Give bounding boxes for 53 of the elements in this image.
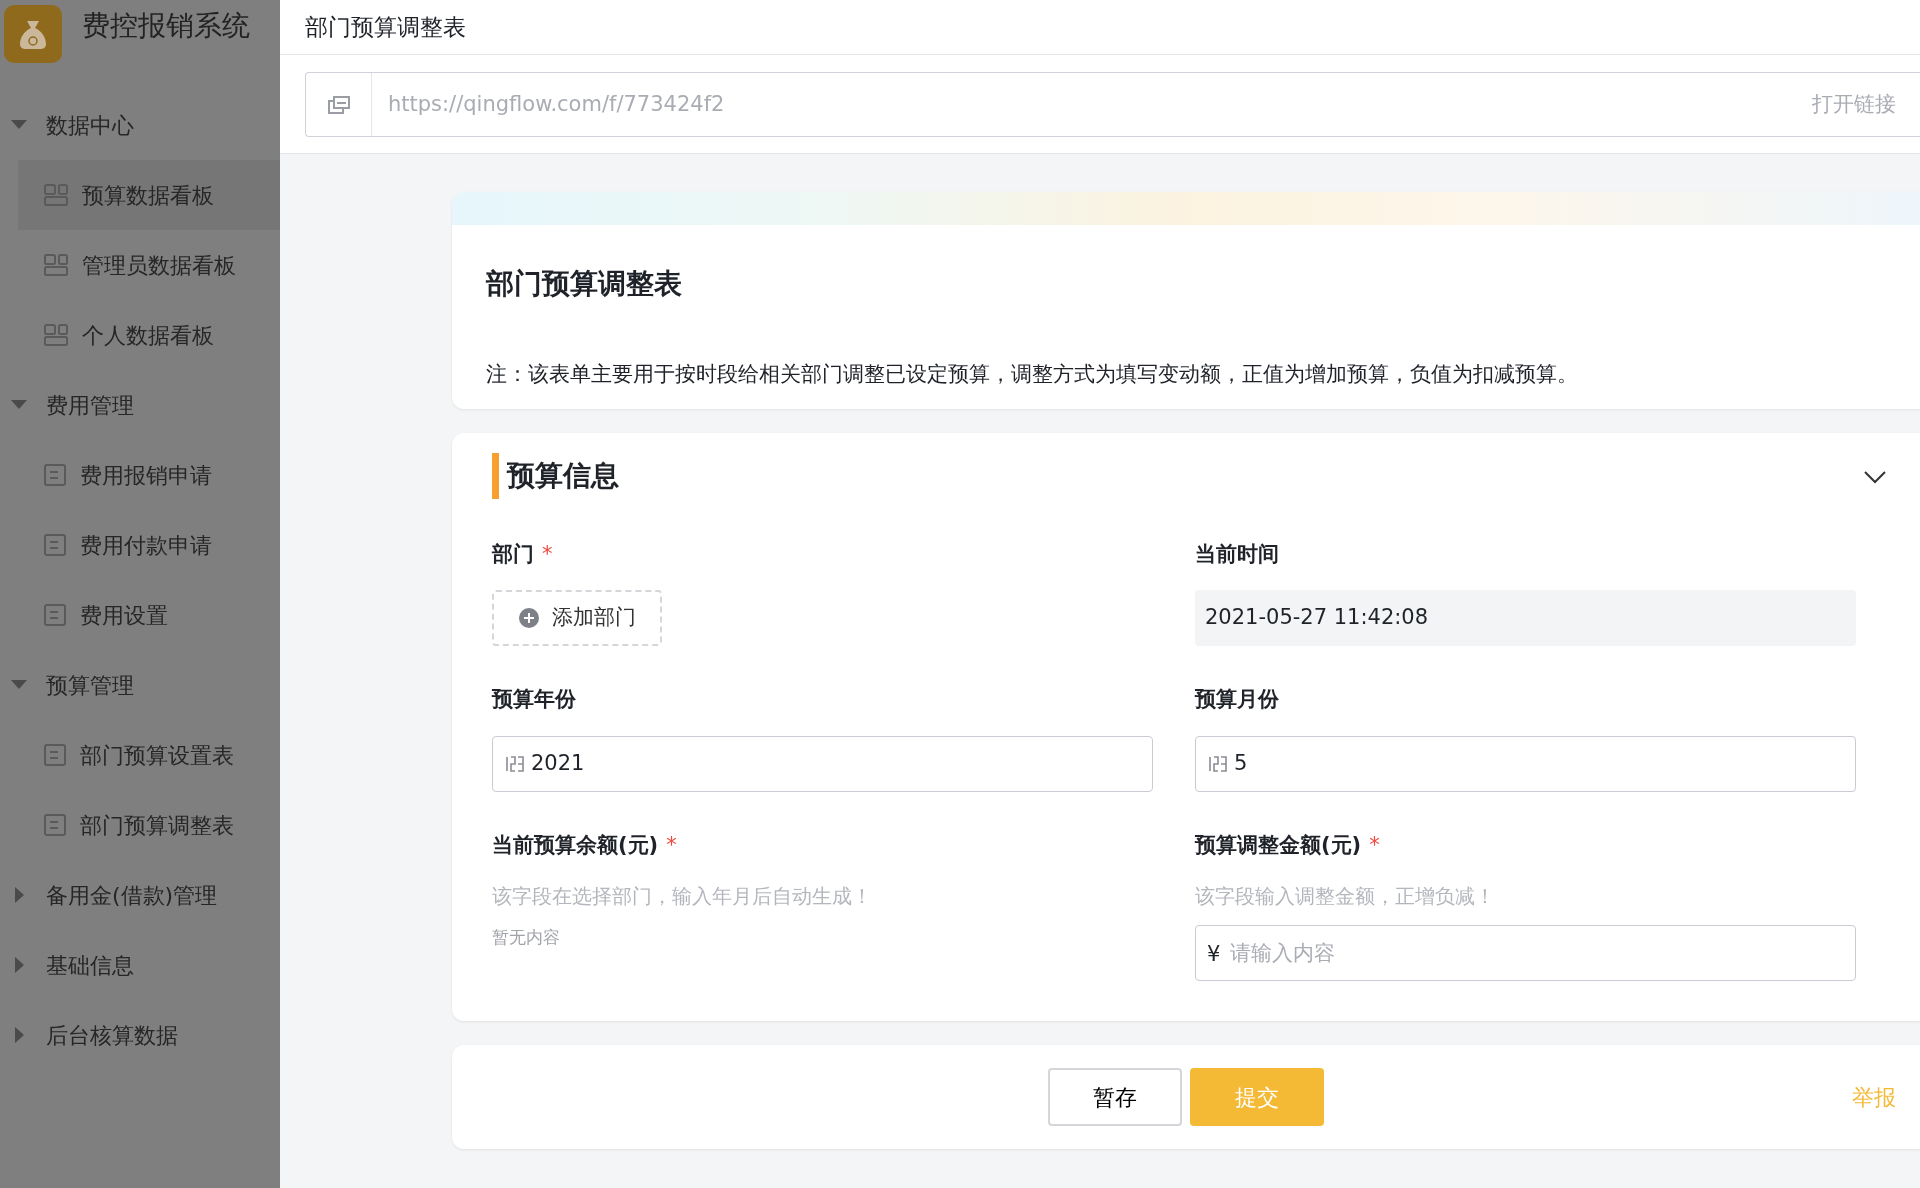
url-text: https://qingflow.com/f/773424f2 — [387, 90, 726, 118]
number-field[interactable]: 5 — [1195, 735, 1856, 792]
sidebar-item[interactable]: 管理员数据看板 — [18, 230, 280, 300]
logo-icon — [4, 5, 62, 63]
save-draft-button[interactable]: 暂存 — [1048, 1068, 1182, 1126]
readonly-field: 2021-05-27 11:42:08 — [1195, 590, 1856, 646]
form-title: 部门预算调整表 — [484, 266, 683, 302]
sidebar-item[interactable]: 费用设置 — [18, 580, 280, 650]
sidebar-item[interactable]: 部门预算调整表 — [18, 790, 280, 860]
number-field[interactable]: 2021 — [492, 735, 1153, 792]
field-hint: 该字段输入调整金额，正增负减！ — [1195, 883, 1496, 910]
sidebar-group[interactable]: 预算管理 — [0, 650, 280, 720]
plus-icon — [518, 606, 540, 629]
copy-icon[interactable] — [327, 95, 350, 114]
sidebar-group[interactable]: 后台核算数据 — [0, 1000, 280, 1070]
field-label: 预算月份 — [1195, 687, 1279, 711]
required-mark: * — [542, 541, 553, 566]
add-department-button[interactable]: 添加部门 — [492, 590, 662, 646]
dashboard-icon — [44, 324, 68, 346]
document-icon — [44, 534, 66, 556]
document-icon — [44, 814, 66, 836]
page-title: 部门预算调整表 — [305, 12, 466, 42]
sidebar-group[interactable]: 数据中心 — [0, 90, 280, 160]
form-note: 注：该表单主要用于按时段给相关部门调整已设定预算，调整方式为填写变动额，正值为增加预算，负值为扣减预算。 — [485, 361, 1579, 388]
currency-symbol: ¥ — [1207, 941, 1221, 968]
app-title: 费控报销系统 — [82, 8, 250, 44]
sidebar-item[interactable]: 预算数据看板 — [18, 160, 280, 230]
sidebar-group[interactable]: 基础信息 — [0, 930, 280, 1000]
number-icon — [505, 754, 525, 773]
document-icon — [44, 604, 66, 626]
sidebar-item[interactable]: 费用报销申请 — [18, 440, 280, 510]
empty-value: 暂无内容 — [492, 926, 561, 949]
field-hint: 该字段在选择部门，输入年月后自动生成！ — [492, 883, 873, 910]
sidebar-group[interactable]: 费用管理 — [0, 370, 280, 440]
open-link[interactable]: 打开链接 — [1812, 88, 1920, 121]
document-icon — [44, 744, 66, 766]
document-icon — [44, 464, 66, 486]
chevron-icon[interactable] — [1864, 470, 1886, 484]
dashboard-icon — [44, 254, 68, 276]
field-label: 预算年份 — [492, 687, 576, 711]
sidebar-item[interactable]: 部门预算设置表 — [18, 720, 280, 790]
section-title: 预算信息 — [492, 452, 619, 499]
sidebar-item[interactable]: 个人数据看板 — [18, 300, 280, 370]
sidebar-group[interactable]: 备用金(借款)管理 — [0, 860, 280, 930]
sidebar-item[interactable]: 费用付款申请 — [18, 510, 280, 580]
field-label: 部门 — [492, 541, 534, 566]
field-label: 当前时间 — [1195, 541, 1279, 566]
number-icon — [1208, 754, 1228, 773]
required-mark: * — [1369, 832, 1380, 857]
field-label: 预算调整金额(元) — [1195, 832, 1362, 857]
required-mark: * — [666, 832, 677, 857]
dashboard-icon — [44, 184, 68, 206]
field-label: 当前预算余额(元) — [492, 832, 659, 857]
